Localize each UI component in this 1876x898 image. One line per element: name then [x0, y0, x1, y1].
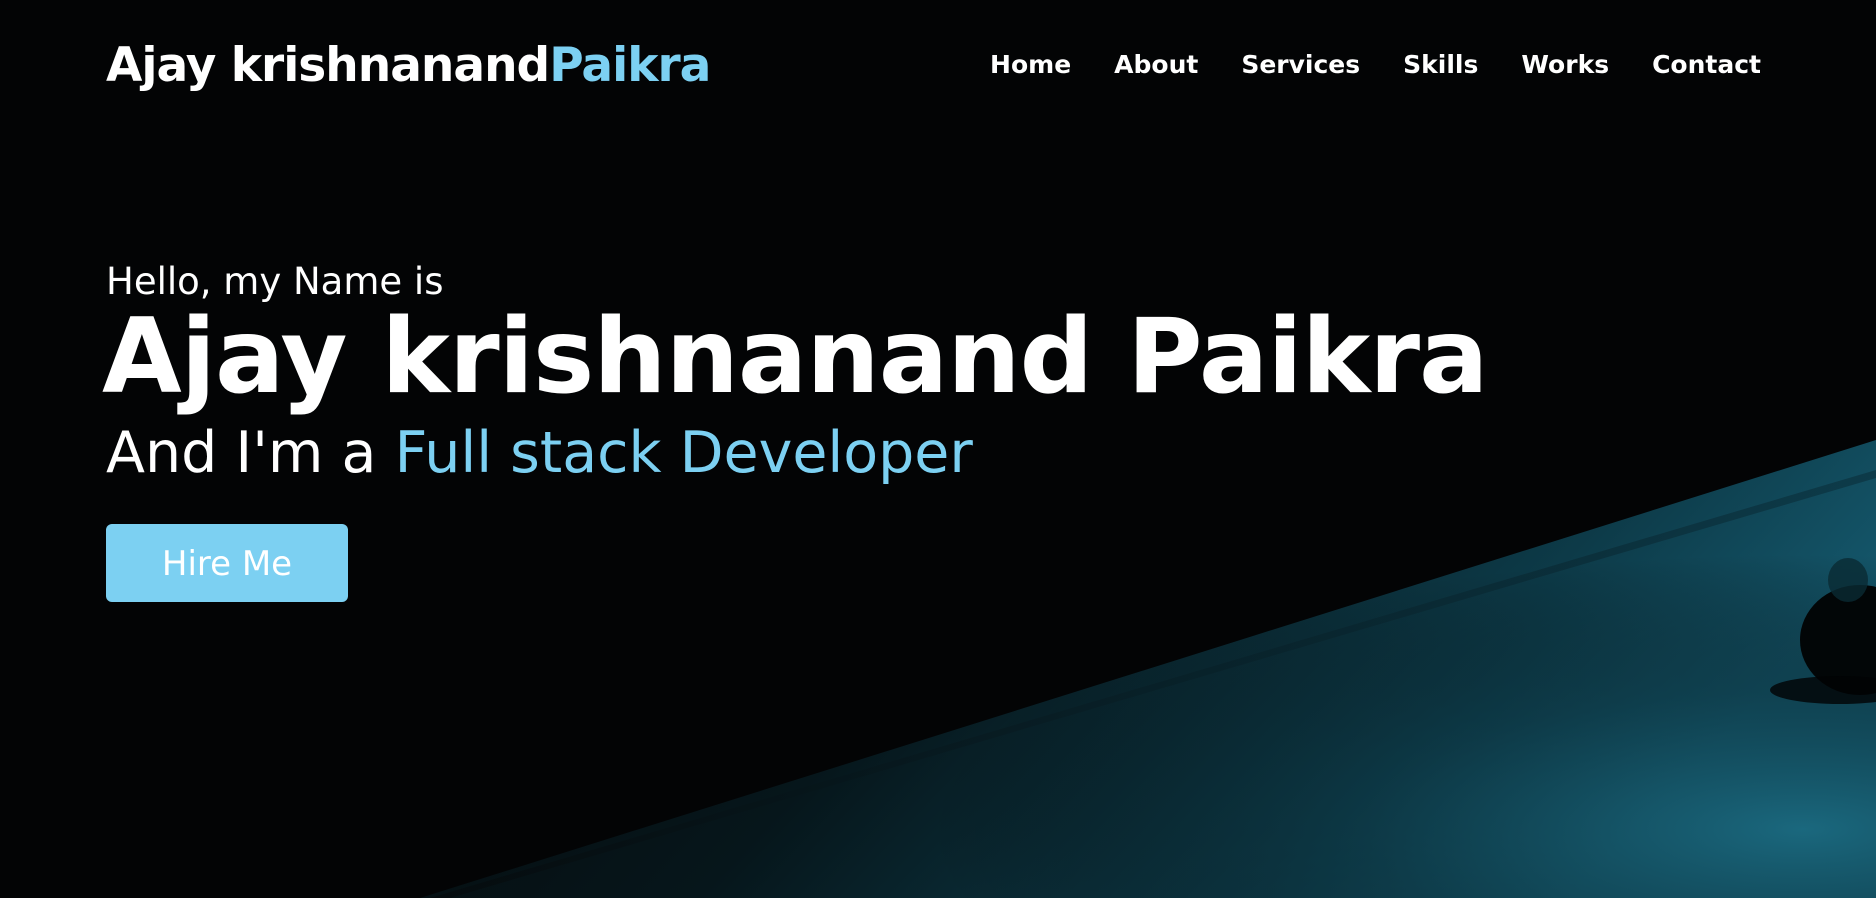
nav-link-skills[interactable]: Skills	[1403, 50, 1478, 79]
hero-section: Hello, my Name is Ajay krishnanand Paikr…	[102, 260, 1489, 603]
hire-me-button[interactable]: Hire Me	[106, 524, 348, 603]
nav-menu: Home About Services Skills Works Contact	[947, 50, 1761, 79]
nav-link-works[interactable]: Works	[1521, 50, 1609, 79]
hero-role: And I'm a Full stack Developer	[106, 420, 1488, 486]
page: Ajay krishnanandPaikra Home About Servic…	[0, 0, 1876, 898]
logo-name-accent: Paikra	[549, 38, 711, 93]
hero-name: Ajay krishnanand Paikra	[102, 297, 1489, 417]
navbar: Ajay krishnanandPaikra Home About Servic…	[0, 0, 1876, 134]
site-logo[interactable]: Ajay krishnanandPaikra	[106, 38, 711, 93]
hero-role-title: Full stack Developer	[394, 420, 973, 487]
nav-link-home[interactable]: Home	[990, 50, 1071, 79]
nav-link-contact[interactable]: Contact	[1652, 50, 1761, 79]
hero-role-prefix: And I'm a	[106, 420, 395, 487]
nav-link-services[interactable]: Services	[1241, 50, 1360, 79]
logo-name: Ajay krishnanand	[106, 38, 550, 93]
nav-link-about[interactable]: About	[1114, 50, 1198, 79]
